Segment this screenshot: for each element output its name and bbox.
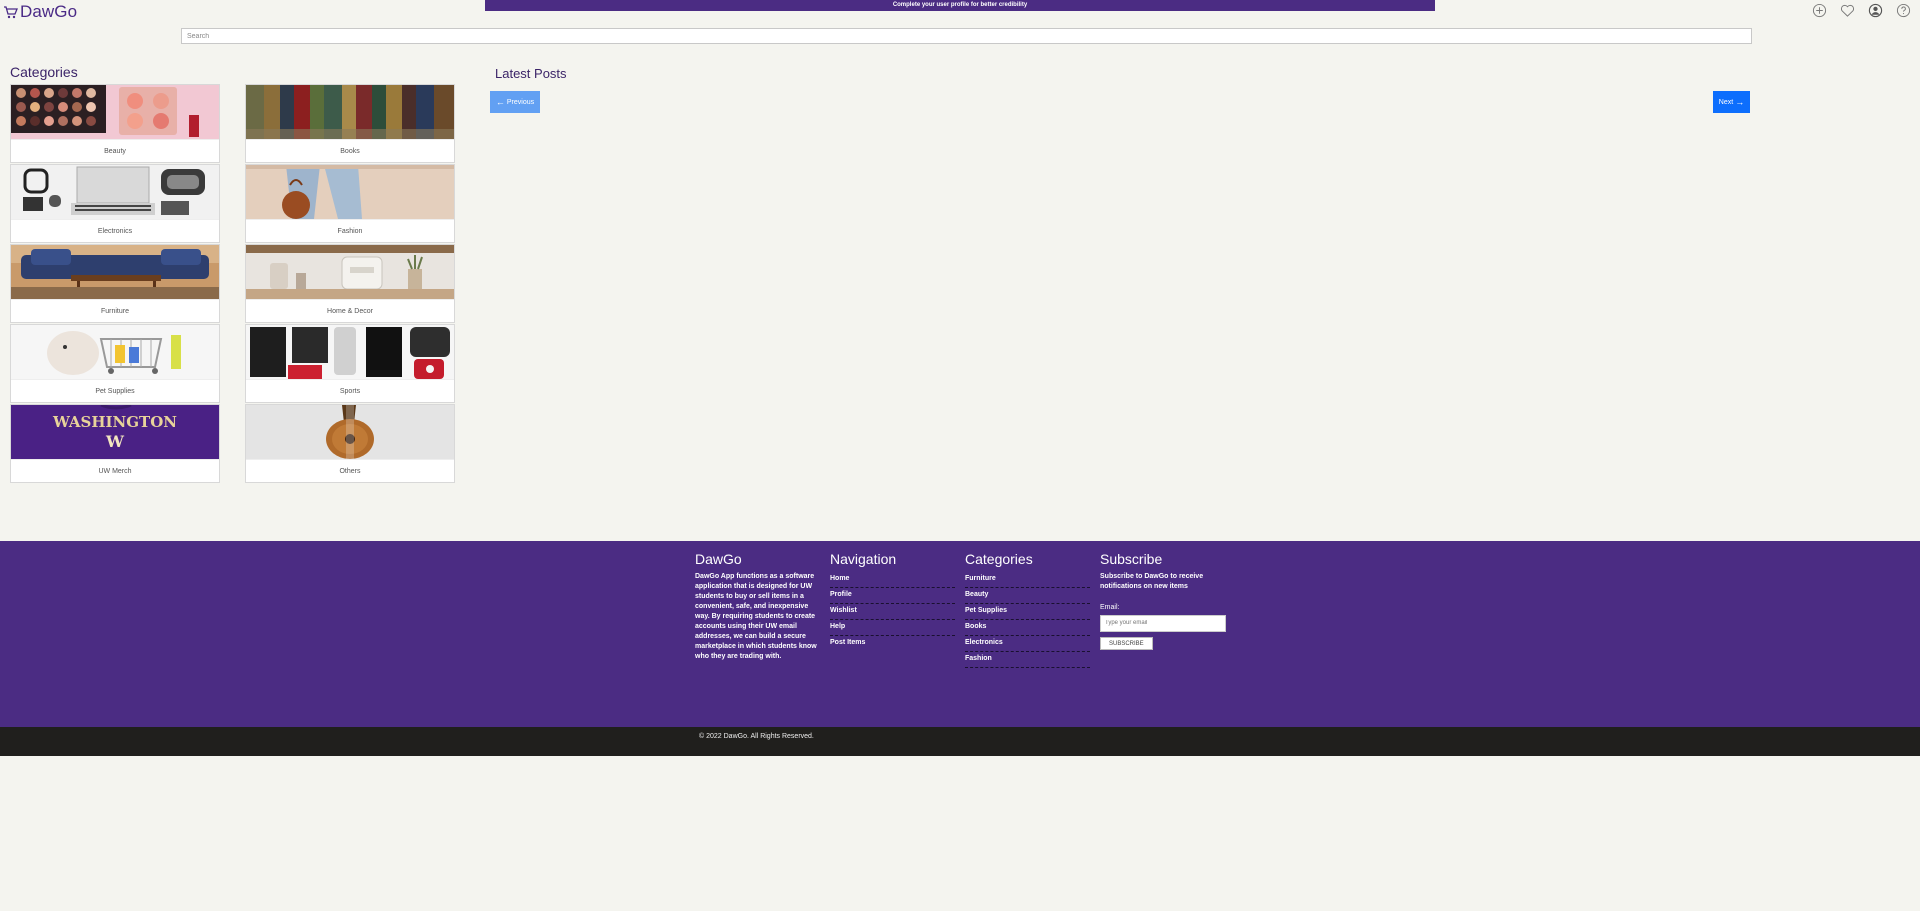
footer-subscribe: Subscribe Subscribe to DawGo to receive … [1100, 551, 1226, 650]
search-input[interactable] [181, 28, 1752, 44]
category-label: Beauty [11, 139, 219, 162]
others-image [246, 405, 454, 459]
footer-navigation: Navigation Home Profile Wishlist Help Po… [830, 551, 955, 651]
category-card-home-decor[interactable]: Home & Decor [245, 244, 455, 323]
sports-image [246, 325, 454, 379]
footer-sub-title: Subscribe [1100, 551, 1163, 567]
svg-text:WASHINGTON: WASHINGTON [52, 413, 177, 431]
footer-about: DawGo DawGo App functions as a software … [695, 551, 820, 662]
category-card-furniture[interactable]: Furniture [10, 244, 220, 323]
furniture-image [11, 245, 219, 299]
copyright-bar: © 2022 DawGo. All Rights Reserved. [0, 727, 1920, 756]
category-label: Pet Supplies [11, 379, 219, 402]
fashion-image [246, 165, 454, 219]
categories-title: Categories [10, 64, 78, 80]
heart-icon[interactable] [1840, 3, 1855, 18]
footer-link-pet-supplies[interactable]: Pet Supplies [965, 604, 1090, 620]
footer-link-books[interactable]: Books [965, 620, 1090, 636]
category-card-books[interactable]: Books [245, 84, 455, 163]
footer-categories: Categories Furniture Beauty Pet Supplies… [965, 551, 1090, 668]
help-icon[interactable] [1896, 3, 1911, 18]
footer-link-beauty[interactable]: Beauty [965, 588, 1090, 604]
arrow-right-icon: → [1735, 96, 1745, 107]
arrow-left-icon: ← [495, 96, 505, 107]
footer: DawGo DawGo App functions as a software … [0, 541, 1920, 727]
category-label: Electronics [11, 219, 219, 242]
user-icon[interactable] [1868, 3, 1883, 18]
category-card-beauty[interactable]: Beauty [10, 84, 220, 163]
cart-icon [4, 6, 18, 19]
footer-sub-text: Subscribe to DawGo to receive notificati… [1100, 573, 1204, 590]
category-label: UW Merch [11, 459, 219, 482]
email-field[interactable] [1100, 614, 1226, 632]
previous-label: Previous [506, 98, 535, 106]
category-grid: Beauty Books Electronics Fashion Furnitu… [10, 84, 455, 483]
previous-button[interactable]: ← Previous [490, 91, 540, 113]
category-card-sports[interactable]: Sports [245, 324, 455, 403]
profile-banner[interactable]: Complete your user profile for better cr… [485, 0, 1435, 11]
category-card-uw-merch[interactable]: WASHINGTON W UW Merch [10, 404, 220, 483]
category-card-fashion[interactable]: Fashion [245, 164, 455, 243]
logo[interactable]: DawGo [3, 2, 77, 22]
header-icons [1812, 3, 1920, 18]
category-label: Fashion [246, 219, 454, 242]
category-card-electronics[interactable]: Electronics [10, 164, 220, 243]
add-icon[interactable] [1812, 3, 1827, 18]
category-card-others[interactable]: Others [245, 404, 455, 483]
category-label: Books [246, 139, 454, 162]
next-button[interactable]: Next → [1713, 91, 1750, 113]
email-label: Email: [1100, 604, 1120, 611]
footer-link-home[interactable]: Home [830, 572, 955, 588]
footer-link-post-items[interactable]: Post Items [830, 636, 955, 651]
copyright-text: © 2022 DawGo. All Rights Reserved. [699, 733, 814, 740]
footer-link-help[interactable]: Help [830, 620, 955, 636]
footer-link-fashion[interactable]: Fashion [965, 652, 1090, 668]
footer-cat-title: Categories [965, 551, 1033, 567]
next-label: Next [1718, 98, 1734, 106]
pet-supplies-image [11, 325, 219, 379]
latest-posts-title: Latest Posts [495, 66, 567, 81]
category-label: Furniture [11, 299, 219, 322]
footer-link-electronics[interactable]: Electronics [965, 636, 1090, 652]
category-label: Home & Decor [246, 299, 454, 322]
footer-about-text: DawGo App functions as a software applic… [695, 573, 817, 660]
logo-text: DawGo [20, 2, 78, 21]
category-label: Sports [246, 379, 454, 402]
home-decor-image [246, 245, 454, 299]
beauty-image [11, 85, 219, 139]
footer-link-furniture[interactable]: Furniture [965, 572, 1090, 588]
footer-nav-title: Navigation [830, 551, 897, 567]
uw-merch-image: WASHINGTON W [11, 405, 219, 459]
category-card-pet-supplies[interactable]: Pet Supplies [10, 324, 220, 403]
category-label: Others [246, 459, 454, 482]
electronics-image [11, 165, 219, 219]
footer-link-wishlist[interactable]: Wishlist [830, 604, 955, 620]
footer-link-profile[interactable]: Profile [830, 588, 955, 604]
subscribe-button[interactable]: SUBSCRIBE [1100, 637, 1153, 650]
books-image [246, 85, 454, 139]
svg-text:W: W [105, 432, 125, 451]
footer-about-title: DawGo [695, 551, 742, 567]
